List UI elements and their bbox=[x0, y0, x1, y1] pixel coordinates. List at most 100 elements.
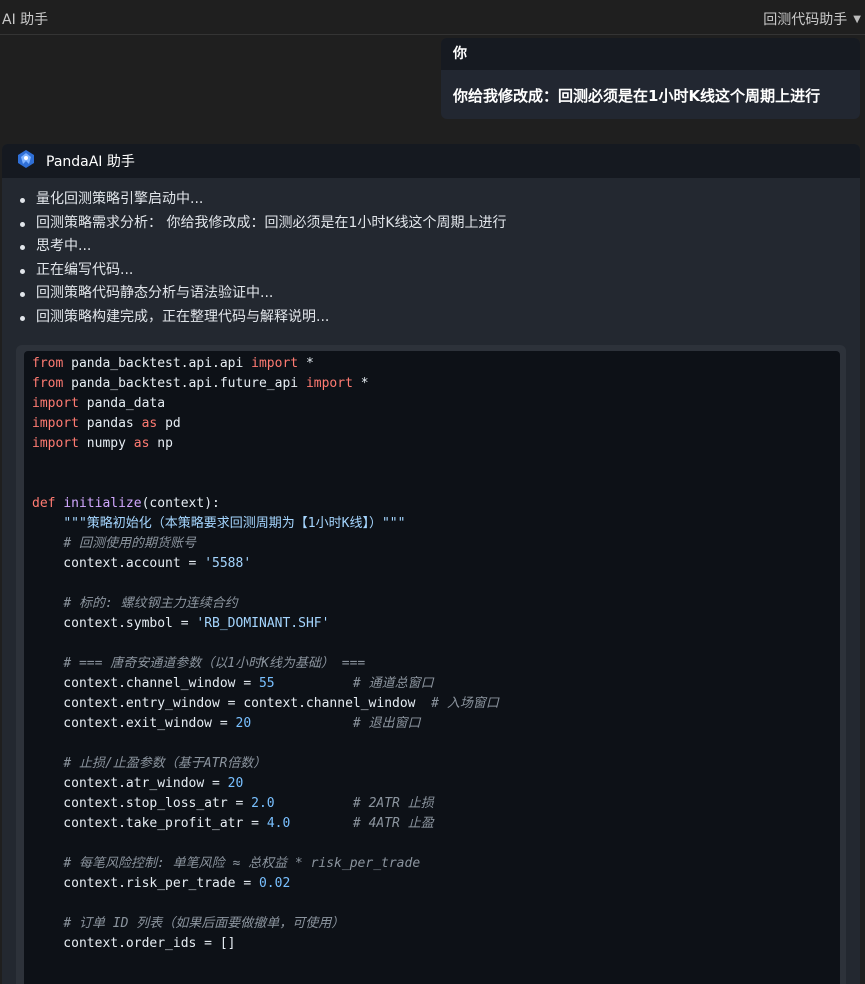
code-token: # 入场窗口 bbox=[431, 696, 499, 711]
code-token: as bbox=[133, 436, 150, 451]
code-token: import bbox=[305, 376, 353, 391]
code-token: 'RB_DOMINANT.SHF' bbox=[196, 616, 330, 631]
code-line: context.order_ids = [] bbox=[32, 934, 840, 954]
app-title: AI 助手 bbox=[2, 12, 49, 28]
code-token: context.channel_window = bbox=[32, 676, 259, 691]
code-token: 55 bbox=[258, 676, 275, 691]
code-token: * bbox=[298, 356, 314, 371]
progress-step: 回测策略代码静态分析与语法验证中... bbox=[20, 282, 860, 306]
code-token: 20 bbox=[227, 776, 244, 791]
code-line: import pandas as pd bbox=[32, 414, 840, 434]
code-line: from panda_backtest.api.future_api impor… bbox=[32, 374, 840, 394]
code-token: import bbox=[32, 396, 79, 411]
code-token: def bbox=[32, 496, 56, 511]
code-token: from bbox=[32, 376, 64, 391]
code-token: # 回测使用的期货账号 bbox=[63, 536, 196, 551]
code-line: # 每笔风险控制: 单笔风险 ≈ 总权益 * risk_per_trade bbox=[32, 854, 840, 874]
assistant-mode-dropdown[interactable]: 回测代码助手 ▼ bbox=[763, 9, 861, 29]
code-token: # 2ATR 止损 bbox=[352, 796, 434, 811]
progress-step: 思考中... bbox=[20, 235, 860, 259]
code-token: pandas bbox=[78, 416, 142, 431]
progress-steps: 量化回测策略引擎启动中... 回测策略需求分析： 你给我修改成：回测必须是在1小… bbox=[2, 178, 860, 330]
code-line: context.risk_per_trade = 0.02 bbox=[32, 874, 840, 894]
progress-step: 正在编写代码... bbox=[20, 259, 860, 283]
code-token: '5588' bbox=[204, 556, 252, 571]
code-token: # 标的: 螺纹钢主力连续合约 bbox=[63, 596, 238, 611]
code-content: from panda_backtest.api.api import * from… bbox=[24, 351, 840, 954]
user-message: 你 你给我修改成：回测必须是在1小时K线这个周期上进行 bbox=[441, 38, 860, 119]
code-line: context.take_profit_atr = 4.0 # 4ATR 止盈 bbox=[32, 814, 840, 834]
code-line: # 标的: 螺纹钢主力连续合约 bbox=[32, 594, 840, 614]
code-token: """策略初始化（本策略要求回测周期为【1小时K线】）""" bbox=[63, 516, 406, 531]
code-token: # === 唐奇安通道参数（以1小时K线为基础） === bbox=[63, 656, 366, 671]
code-line: context.exit_window = 20 # 退出窗口 bbox=[32, 714, 840, 734]
assistant-name: PandaAI 助手 bbox=[46, 154, 135, 170]
top-bar: AI 助手 回测代码助手 ▼ bbox=[0, 0, 865, 35]
code-token: context.atr_window = bbox=[32, 776, 228, 791]
code-line: context.atr_window = 20 bbox=[32, 774, 840, 794]
code-token: np bbox=[149, 436, 173, 451]
code-token: context.exit_window = bbox=[32, 716, 236, 731]
code-line: # 止损/止盈参数（基于ATR倍数） bbox=[32, 754, 840, 774]
code-token: from bbox=[32, 356, 64, 371]
chevron-down-icon: ▼ bbox=[853, 13, 861, 25]
code-line: context.channel_window = 55 # 通道总窗口 bbox=[32, 674, 840, 694]
code-line: # === 唐奇安通道参数（以1小时K线为基础） === bbox=[32, 654, 840, 674]
code-line: context.entry_window = context.channel_w… bbox=[32, 694, 840, 714]
code-token: 20 bbox=[235, 716, 252, 731]
code-token: import bbox=[32, 436, 79, 451]
code-token: panda_backtest.api.api bbox=[63, 356, 252, 371]
code-token: pd bbox=[157, 416, 181, 431]
code-token: # 通道总窗口 bbox=[352, 676, 434, 691]
code-line: from panda_backtest.api.api import * bbox=[32, 354, 840, 374]
assistant-header: PandaAI 助手 bbox=[2, 144, 860, 178]
code-token: # 退出窗口 bbox=[352, 716, 421, 731]
progress-step: 回测策略构建完成，正在整理代码与解释说明... bbox=[20, 306, 860, 330]
progress-step: 量化回测策略引擎启动中... bbox=[20, 188, 860, 212]
code-line: context.stop_loss_atr = 2.0 # 2ATR 止损 bbox=[32, 794, 840, 814]
code-token: 4.0 bbox=[266, 816, 291, 831]
code-token: 2.0 bbox=[251, 796, 275, 811]
user-message-text: 你给我修改成：回测必须是在1小时K线这个周期上进行 bbox=[453, 87, 821, 105]
code-token: context.risk_per_trade = bbox=[32, 876, 259, 891]
code-line: context.symbol = 'RB_DOMINANT.SHF' bbox=[32, 614, 840, 634]
code-token: import bbox=[32, 416, 79, 431]
code-token: initialize bbox=[63, 496, 142, 511]
code-token: (context): bbox=[141, 496, 220, 511]
code-token: context.take_profit_atr = bbox=[32, 816, 267, 831]
code-line: context.account = '5588' bbox=[32, 554, 840, 574]
code-line: import panda_data bbox=[32, 394, 840, 414]
code-token: 0.02 bbox=[258, 876, 291, 891]
code-token: # 4ATR 止盈 bbox=[352, 816, 434, 831]
code-token: context.entry_window = context.channel_w… bbox=[32, 696, 432, 711]
user-message-author: 你 bbox=[441, 38, 860, 70]
code-token: context.symbol = bbox=[32, 616, 197, 631]
code-token: # 止损/止盈参数（基于ATR倍数） bbox=[63, 756, 267, 771]
code-line: """策略初始化（本策略要求回测周期为【1小时K线】）""" bbox=[32, 514, 840, 534]
code-token: panda_data bbox=[78, 396, 166, 411]
code-viewport[interactable]: from panda_backtest.api.api import * from… bbox=[24, 351, 840, 984]
panda-logo-icon bbox=[16, 149, 36, 173]
code-token: import bbox=[251, 356, 299, 371]
assistant-mode-label: 回测代码助手 bbox=[763, 12, 848, 28]
progress-step: 回测策略需求分析： 你给我修改成：回测必须是在1小时K线这个周期上进行 bbox=[20, 212, 860, 236]
code-token: context.account = bbox=[32, 556, 205, 571]
code-token: panda_backtest.api.future_api bbox=[63, 376, 306, 391]
code-block: from panda_backtest.api.api import * from… bbox=[16, 345, 846, 984]
code-line: # 订单 ID 列表（如果后面要做撤单，可使用） bbox=[32, 914, 840, 934]
code-token: context.stop_loss_atr = bbox=[32, 796, 252, 811]
